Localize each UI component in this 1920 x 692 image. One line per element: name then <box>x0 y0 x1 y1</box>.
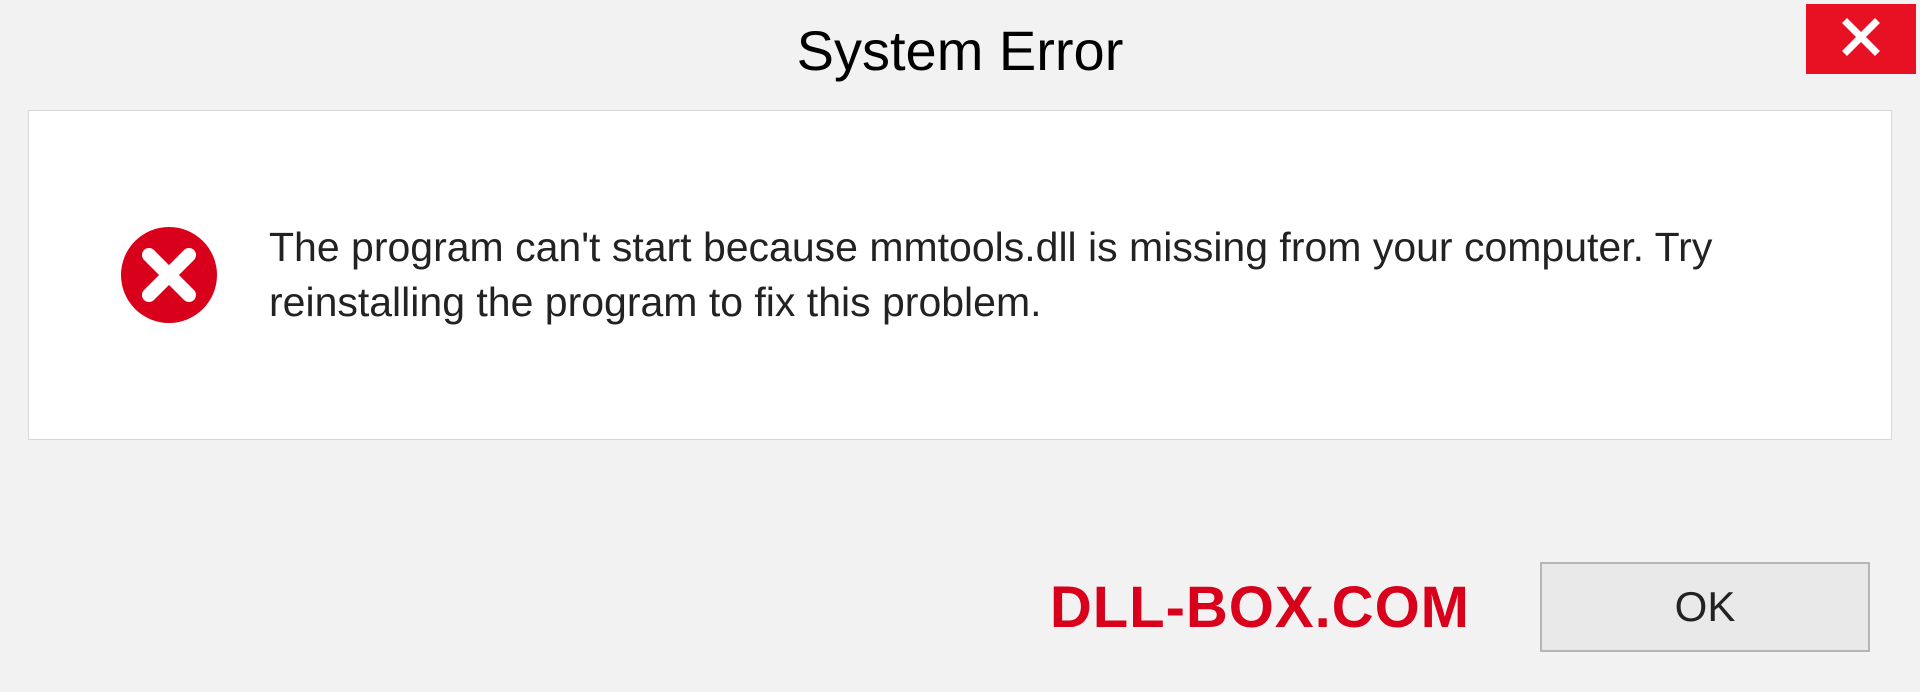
dialog-title: System Error <box>797 18 1124 83</box>
dialog-footer: DLL-BOX.COM OK <box>0 562 1920 652</box>
close-button[interactable] <box>1806 4 1916 74</box>
close-icon <box>1841 17 1881 62</box>
error-icon <box>119 225 219 325</box>
titlebar: System Error <box>0 0 1920 100</box>
ok-button[interactable]: OK <box>1540 562 1870 652</box>
content-panel: The program can't start because mmtools.… <box>28 110 1892 440</box>
watermark-text: DLL-BOX.COM <box>1050 574 1470 641</box>
error-message: The program can't start because mmtools.… <box>269 220 1831 331</box>
